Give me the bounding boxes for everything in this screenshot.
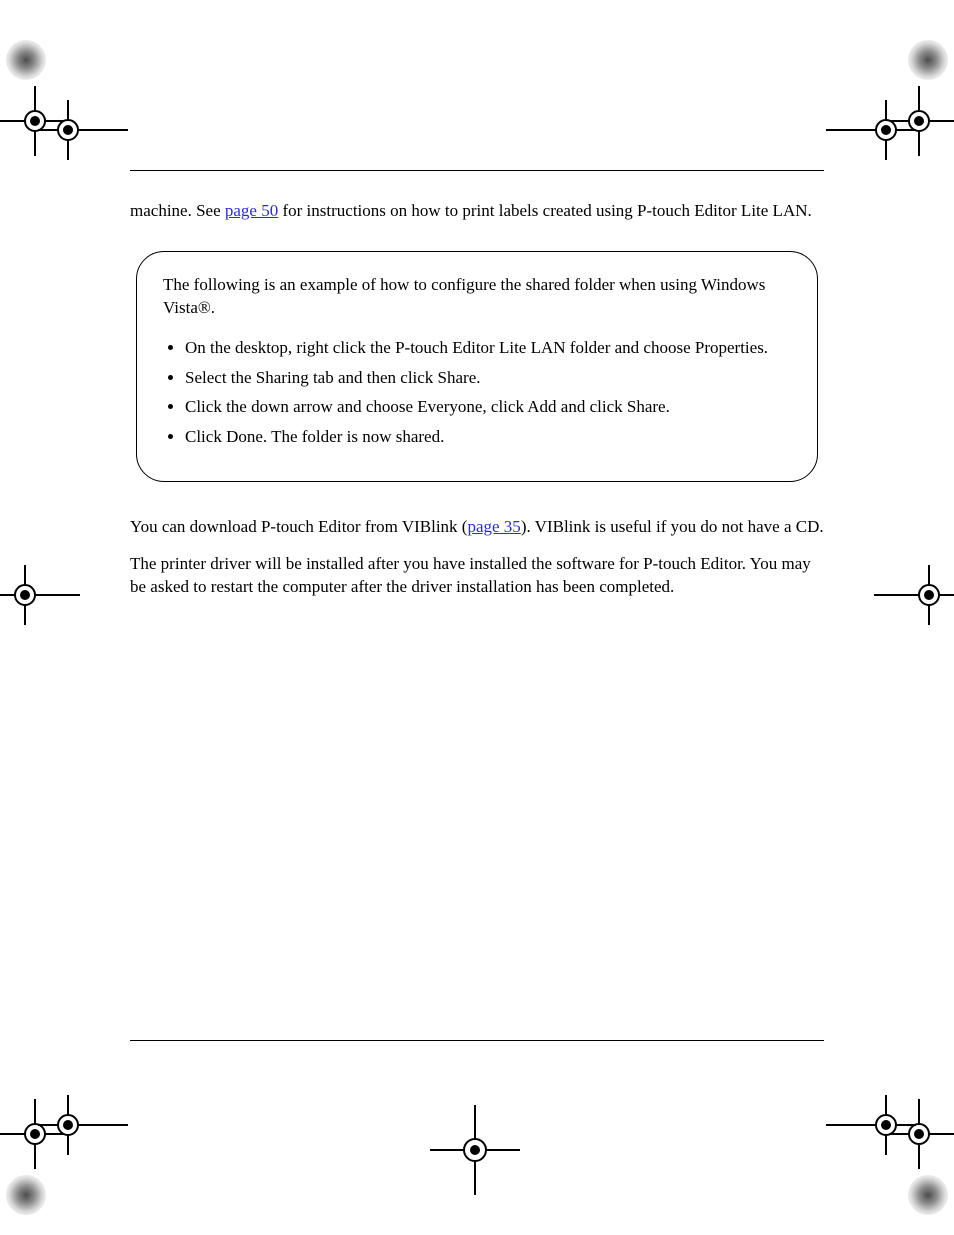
callout-step: Click the down arrow and choose Everyone… xyxy=(185,395,791,419)
step-text: Click the down arrow and choose Everyone… xyxy=(185,397,670,416)
step-text: On the desktop, right click the P-touch … xyxy=(185,338,768,357)
page-link-35[interactable]: page 35 xyxy=(467,517,520,536)
callout-step: On the desktop, right click the P-touch … xyxy=(185,336,791,360)
page-content-area: machine. See page 50 for instructions on… xyxy=(130,0,824,1235)
step-text: Click Done. The folder is now shared. xyxy=(185,427,444,446)
crop-mark-icon xyxy=(874,565,954,625)
intro-text-suffix: for instructions on how to xyxy=(278,201,458,220)
intro-line2: print labels created using P-touch Edito… xyxy=(462,201,811,220)
crop-mark-icon xyxy=(0,565,80,625)
crop-mark-icon xyxy=(430,1105,520,1195)
intro-text-prefix: machine. See xyxy=(130,201,225,220)
crop-mark-icon xyxy=(826,100,916,160)
callout-step: Select the Sharing tab and then click Sh… xyxy=(185,366,791,390)
callout-step: Click Done. The folder is now shared. xyxy=(185,425,791,449)
body-content: machine. See page 50 for instructions on… xyxy=(130,200,824,613)
download-paragraph: You can download P-touch Editor from VIB… xyxy=(130,516,824,539)
top-rule xyxy=(130,170,824,171)
download-prefix: You can download P-touch Editor from VIB… xyxy=(130,517,467,536)
crop-mark-icon xyxy=(826,1095,916,1155)
download-suffix: ). VIBlink is useful if you do not have … xyxy=(521,517,824,536)
bottom-rule xyxy=(130,1040,824,1041)
callout-steps: On the desktop, right click the P-touch … xyxy=(163,336,791,449)
crop-mark-icon xyxy=(38,100,128,160)
crop-mark-icon xyxy=(38,1095,128,1155)
page-link-50[interactable]: page 50 xyxy=(225,201,278,220)
callout-intro: The following is an example of how to co… xyxy=(163,274,791,320)
step-text: Select the Sharing tab and then click Sh… xyxy=(185,368,481,387)
driver-paragraph: The printer driver will be installed aft… xyxy=(130,553,824,599)
intro-paragraph: machine. See page 50 for instructions on… xyxy=(130,200,824,223)
example-callout: The following is an example of how to co… xyxy=(136,251,818,482)
